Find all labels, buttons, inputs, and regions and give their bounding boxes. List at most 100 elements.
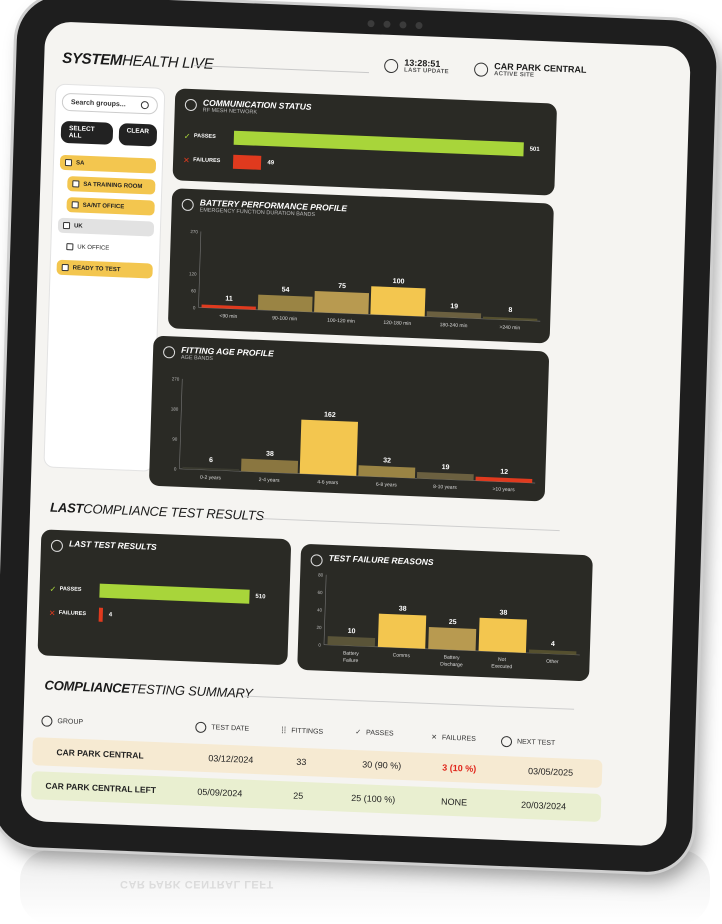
clear-button[interactable]: CLEAR [118, 123, 158, 147]
failure-reasons-chart: 02040608010BatteryFailure38Comms25Batter… [316, 572, 580, 670]
last-update: 13:28:51 LAST UPDATE [383, 57, 449, 75]
x-tick-label: 120-180 min [383, 320, 411, 327]
data-label: 12 [500, 469, 508, 476]
x-tick-label: <90 min [219, 313, 237, 320]
search-placeholder: Search groups... [70, 98, 126, 108]
bar[interactable] [416, 471, 474, 481]
status-icon [184, 98, 198, 112]
tree-item-uk-office[interactable]: UK OFFICE [61, 239, 153, 258]
bar[interactable] [182, 466, 240, 472]
cell-group: CAR PARK CENTRAL [56, 747, 144, 761]
bar[interactable] [358, 465, 416, 479]
y-tick-label: 60 [191, 288, 197, 293]
last-compliance-heading: LASTCOMPLIANCE TEST RESULTS [49, 499, 265, 524]
checkbox[interactable] [62, 221, 71, 230]
failures-value: 49 [267, 160, 275, 167]
data-label: 19 [450, 303, 458, 310]
search-icon[interactable] [140, 100, 149, 110]
card-title: LAST TEST RESULTS [68, 538, 157, 552]
y-tick-label: 270 [172, 376, 180, 381]
cell-group: CAR PARK CENTRAL LEFT [45, 780, 157, 796]
battery-performance-card: BATTERY PERFORMANCE PROFILE EMERGENCY FU… [167, 188, 554, 344]
bar[interactable] [428, 627, 477, 651]
cell-passes: 30 (90 %) [362, 759, 402, 771]
active-site[interactable]: CAR PARK CENTRAL ACTIVE SITE [473, 60, 587, 81]
y-tick-label: 0 [174, 467, 177, 472]
data-label: 38 [399, 605, 407, 612]
data-label: 75 [338, 283, 346, 290]
bar[interactable] [370, 286, 426, 317]
comm-failures-row: ✕ FAILURES 49 [183, 153, 274, 171]
tree-item-uk[interactable]: UK [57, 217, 155, 237]
tree-item-sa-nt-office[interactable]: SA/NT OFFICE [66, 197, 155, 216]
fitting-age-card: FITTING AGE PROFILE AGE BANDS 0 90 180 270 6… [148, 335, 550, 502]
bar[interactable] [482, 316, 538, 322]
col-failures[interactable]: ✕ FAILURES [431, 733, 476, 743]
grid-icon: ⁞⁞ [281, 725, 287, 736]
checkbox[interactable] [71, 201, 79, 209]
location-pin-icon [41, 715, 53, 727]
data-label: 32 [383, 457, 391, 464]
data-label: 54 [282, 287, 290, 294]
col-passes[interactable]: ✓ PASSES [355, 728, 394, 738]
passes-value: 510 [255, 593, 266, 601]
data-label: 11 [225, 295, 233, 302]
cell-next-test: 03/05/2025 [527, 766, 574, 778]
checkbox[interactable] [64, 158, 73, 167]
checkbox[interactable] [61, 263, 69, 272]
location-pin-icon [473, 62, 489, 77]
y-axis [198, 231, 202, 308]
bar[interactable] [241, 458, 299, 474]
test-icon [50, 539, 64, 553]
data-label: 10 [348, 628, 356, 635]
x-tick-label: Other [546, 659, 559, 666]
age-chart: 0 90 180 270 6 0-2 years 38 2-4 years 162 4-6 yea… [171, 376, 536, 493]
tree-item-label: READY TO TEST [72, 264, 121, 273]
tree-item-label: SA/NT OFFICE [82, 202, 125, 210]
x-tick-label: Not [498, 657, 507, 663]
col-fittings[interactable]: ⁞⁞ FITTINGS [281, 725, 323, 737]
clock-icon [500, 735, 513, 748]
col-next-test[interactable]: NEXT TEST [500, 735, 556, 749]
cell-test-date: 03/12/2024 [208, 753, 254, 765]
tree-item-label: SA TRAINING ROOM [83, 181, 143, 190]
select-all-button[interactable]: SELECT ALL [60, 120, 113, 145]
cross-icon: ✕ [431, 734, 438, 742]
group-sidebar: Search groups... SELECT ALL CLEAR SA SA … [43, 83, 166, 472]
cell-failures: NONE [440, 796, 468, 808]
checkbox[interactable] [72, 180, 80, 188]
bar[interactable] [426, 311, 482, 319]
reflection-text: CAR PARK CENTRAL LEFT [120, 878, 274, 890]
bar[interactable] [257, 294, 313, 312]
y-tick-label: 120 [189, 271, 197, 276]
col-group[interactable]: GROUP [41, 715, 83, 728]
checkbox[interactable] [66, 243, 74, 251]
y-axis [179, 378, 183, 469]
x-tick-label: 0-2 years [200, 475, 222, 482]
y-tick-label: 270 [190, 229, 198, 234]
data-label: 100 [393, 278, 405, 285]
y-tick-label: 0 [318, 643, 321, 648]
passes-value: 501 [529, 146, 540, 153]
check-icon: ✓ [183, 131, 191, 141]
cell-fittings: 25 [293, 790, 304, 802]
data-label: 6 [209, 457, 213, 464]
battery-chart: 0 60 120 270 11 <90 min 54 90-100 min 75 100-120 … [189, 229, 541, 331]
tree-item-label: UK [73, 222, 83, 230]
col-test-date[interactable]: TEST DATE [195, 721, 249, 735]
failures-value: 4 [108, 612, 113, 619]
bar[interactable] [314, 290, 370, 315]
y-tick-label: 40 [317, 607, 323, 612]
tree-item-ready-to-test[interactable]: READY TO TEST [56, 259, 153, 279]
x-tick-label: 2-4 years [259, 477, 281, 484]
failures-bar [232, 154, 262, 170]
tree-item-sa-training-room[interactable]: SA TRAINING ROOM [67, 176, 156, 195]
bar[interactable] [377, 613, 427, 649]
bar[interactable] [478, 617, 527, 653]
x-tick-label: Executed [491, 663, 512, 670]
tree-item-sa[interactable]: SA [59, 154, 157, 174]
tree-item-label: UK OFFICE [77, 244, 110, 252]
search-input[interactable]: Search groups... [61, 92, 159, 115]
cross-icon: ✕ [183, 155, 190, 165]
bar[interactable] [299, 419, 358, 476]
